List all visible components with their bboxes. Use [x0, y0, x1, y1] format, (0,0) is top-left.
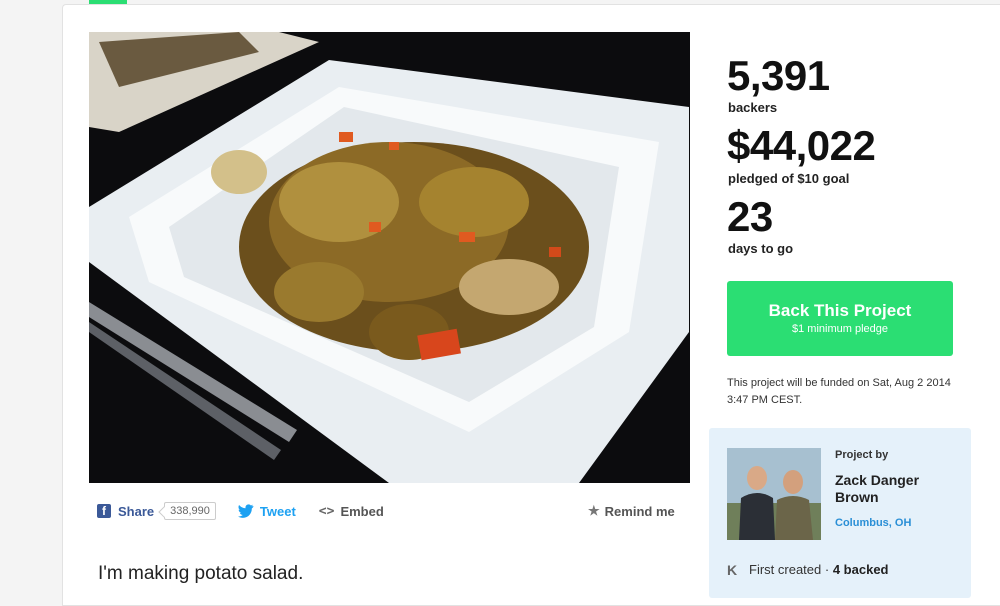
project-by-label: Project by — [835, 449, 889, 461]
facebook-icon[interactable]: f — [97, 504, 111, 518]
creator-avatar[interactable] — [727, 448, 821, 540]
days-count: 23 — [727, 193, 773, 240]
tweet-label: Tweet — [259, 503, 296, 519]
backers-count: 5,391 — [727, 52, 830, 99]
back-project-button[interactable]: Back This Project $1 minimum pledge — [727, 281, 953, 356]
backed-count[interactable]: 4 backed — [833, 562, 889, 577]
creator-location[interactable]: Columbus, OH — [835, 517, 911, 529]
backers-label: backers — [728, 100, 778, 115]
separator: · — [824, 562, 830, 577]
kickstarter-k-icon: K — [727, 562, 738, 578]
remind-me-label: Remind me — [604, 503, 675, 519]
project-blurb: I'm making potato salad. — [98, 563, 304, 584]
facebook-share-button[interactable]: Share — [118, 504, 154, 519]
minimum-pledge-label: $1 minimum pledge — [792, 323, 888, 335]
remind-me-button[interactable]: ★ Remind me — [588, 503, 675, 519]
back-project-label: Back This Project — [768, 301, 912, 320]
share-count: 338,990 — [164, 502, 216, 520]
creator-name[interactable]: Zack Danger Brown — [835, 472, 965, 506]
project-photo[interactable] — [89, 32, 690, 483]
embed-button[interactable]: <> Embed — [319, 504, 384, 519]
creator-box: Project by Zack Danger Brown Columbus, O… — [709, 428, 971, 598]
share-row: f Share 338,990 Tweet <> Embed — [97, 500, 384, 522]
creator-history: First created · 4 backed — [749, 562, 889, 577]
funding-deadline-note: This project will be funded on Sat, Aug … — [727, 377, 951, 406]
embed-label: Embed — [340, 503, 384, 519]
pledged-label: pledged of $10 goal — [728, 171, 850, 186]
days-label: days to go — [728, 241, 794, 256]
pledged-amount: $44,022 — [727, 122, 876, 169]
tweet-button[interactable]: Tweet — [237, 503, 296, 519]
twitter-icon — [237, 504, 254, 518]
embed-icon: <> — [318, 503, 335, 519]
star-icon: ★ — [588, 503, 600, 518]
first-created-label: First created — [749, 562, 822, 577]
active-tab-indicator — [89, 0, 127, 4]
